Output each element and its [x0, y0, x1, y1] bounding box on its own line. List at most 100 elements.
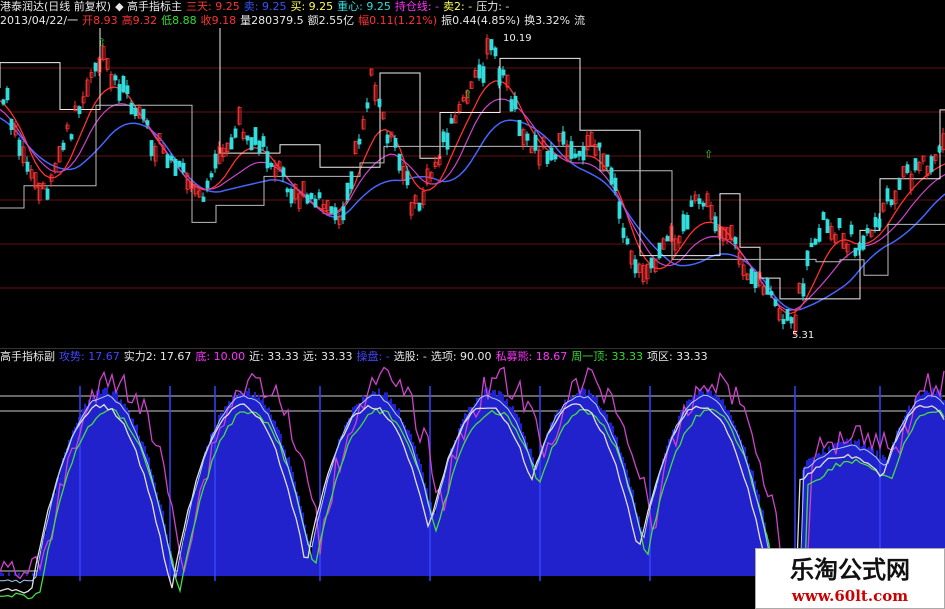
candle-body	[533, 134, 538, 151]
candle-body	[1, 99, 6, 105]
histogram-bar	[602, 410, 604, 576]
histogram-bar	[340, 436, 342, 576]
candle-body	[817, 228, 822, 242]
candle-body	[561, 131, 566, 145]
candle-body	[501, 69, 506, 76]
candle-body	[553, 154, 558, 160]
histogram-bar	[506, 398, 508, 576]
histogram-bar	[590, 393, 592, 576]
candle-body	[781, 319, 786, 325]
histogram-bar	[230, 401, 232, 576]
histogram-bar	[672, 429, 674, 576]
histogram-bar	[104, 387, 106, 576]
histogram-bar	[154, 482, 156, 576]
candle-body	[233, 128, 238, 138]
candle-body	[149, 140, 154, 157]
histogram-bar	[140, 441, 142, 576]
candle-body	[657, 242, 662, 259]
histogram-bar	[366, 397, 368, 576]
candle-body	[61, 142, 66, 150]
candle-body	[545, 150, 550, 164]
histogram-bar	[438, 496, 440, 576]
ohlc-info-bar: 2013/04/22/一 开8.93 高9.32 低8.88 收9.18 量280379.…	[0, 14, 589, 28]
candle-body	[229, 137, 234, 150]
histogram-bar	[278, 429, 280, 576]
candle-body	[93, 62, 98, 72]
candle-body	[45, 188, 50, 200]
candle-body	[205, 180, 210, 189]
candle-body	[257, 140, 262, 154]
candle-body	[581, 146, 586, 161]
histogram-bar	[686, 400, 688, 576]
candle-body	[633, 259, 638, 274]
histogram-bar	[374, 391, 376, 576]
histogram-bar	[264, 404, 266, 576]
ohlc-field: 额2.55亿	[307, 14, 355, 27]
histogram-bar	[336, 448, 338, 576]
header-field: 卖2: -	[443, 0, 473, 13]
histogram-bar	[196, 480, 198, 576]
histogram-bar	[266, 408, 268, 576]
candle-body	[117, 84, 122, 101]
histogram-bar	[496, 395, 498, 576]
candle-body	[913, 158, 918, 171]
candle-body	[525, 133, 530, 141]
candle-body	[397, 153, 402, 171]
candle-body	[805, 250, 810, 267]
candle-body	[749, 268, 754, 284]
candle-body	[145, 120, 150, 126]
histogram-bar	[436, 497, 438, 576]
ohlc-field: 高9.32	[121, 14, 158, 27]
candle-body	[449, 118, 454, 124]
candle-body	[685, 214, 690, 230]
histogram-bar	[364, 397, 366, 576]
ohlc-field: 收9.18	[200, 14, 237, 27]
histogram-bar	[472, 407, 474, 576]
histogram-bar	[144, 445, 146, 576]
histogram-bar	[580, 390, 582, 576]
site-watermark: 乐淘公式网 www.60lt.com	[755, 548, 945, 609]
histogram-bar	[678, 415, 680, 576]
candle-body	[77, 106, 82, 114]
histogram-bar	[714, 394, 716, 576]
histogram-bar	[114, 390, 116, 576]
histogram-bar	[508, 406, 510, 576]
histogram-bar	[376, 394, 378, 576]
histogram-bar	[520, 423, 522, 576]
ohlc-field: 流	[574, 14, 586, 27]
candle-body	[549, 147, 554, 161]
histogram-bar	[408, 430, 410, 576]
candle-body	[121, 75, 126, 93]
histogram-bar	[110, 395, 112, 576]
candle-body	[357, 138, 362, 145]
histogram-bar	[668, 439, 670, 576]
candle-body	[621, 227, 626, 238]
candle-body	[25, 161, 30, 172]
histogram-bar	[204, 451, 206, 576]
candle-body	[489, 39, 494, 51]
panel-divider	[0, 348, 945, 349]
histogram-bar	[744, 447, 746, 576]
histogram-bar	[212, 431, 214, 576]
histogram-bar	[658, 477, 660, 576]
candle-body	[813, 238, 818, 245]
histogram-bar	[490, 392, 492, 576]
sub-indicator-header: 高手指标副 攻势: 17.67 实力2: 17.67 底: 10.00 近: 33.33…	[0, 350, 712, 364]
candle-body	[313, 198, 318, 208]
histogram-bar	[392, 403, 394, 576]
candle-body	[509, 99, 514, 112]
histogram-bar	[670, 436, 672, 576]
histogram-bar	[368, 395, 370, 576]
indicator-field: 高手指标副	[0, 350, 55, 363]
histogram-bar	[206, 445, 208, 576]
candle-body	[873, 217, 878, 228]
candlestick-chart[interactable]	[0, 28, 945, 348]
histogram-bar	[416, 453, 418, 576]
header-field: 卖: 9.25	[243, 0, 287, 13]
histogram-bar	[72, 430, 74, 576]
histogram-bar	[350, 417, 352, 576]
candle-body	[417, 202, 422, 211]
histogram-bar	[612, 425, 614, 576]
histogram-bar	[384, 392, 386, 576]
candle-body	[789, 317, 794, 324]
